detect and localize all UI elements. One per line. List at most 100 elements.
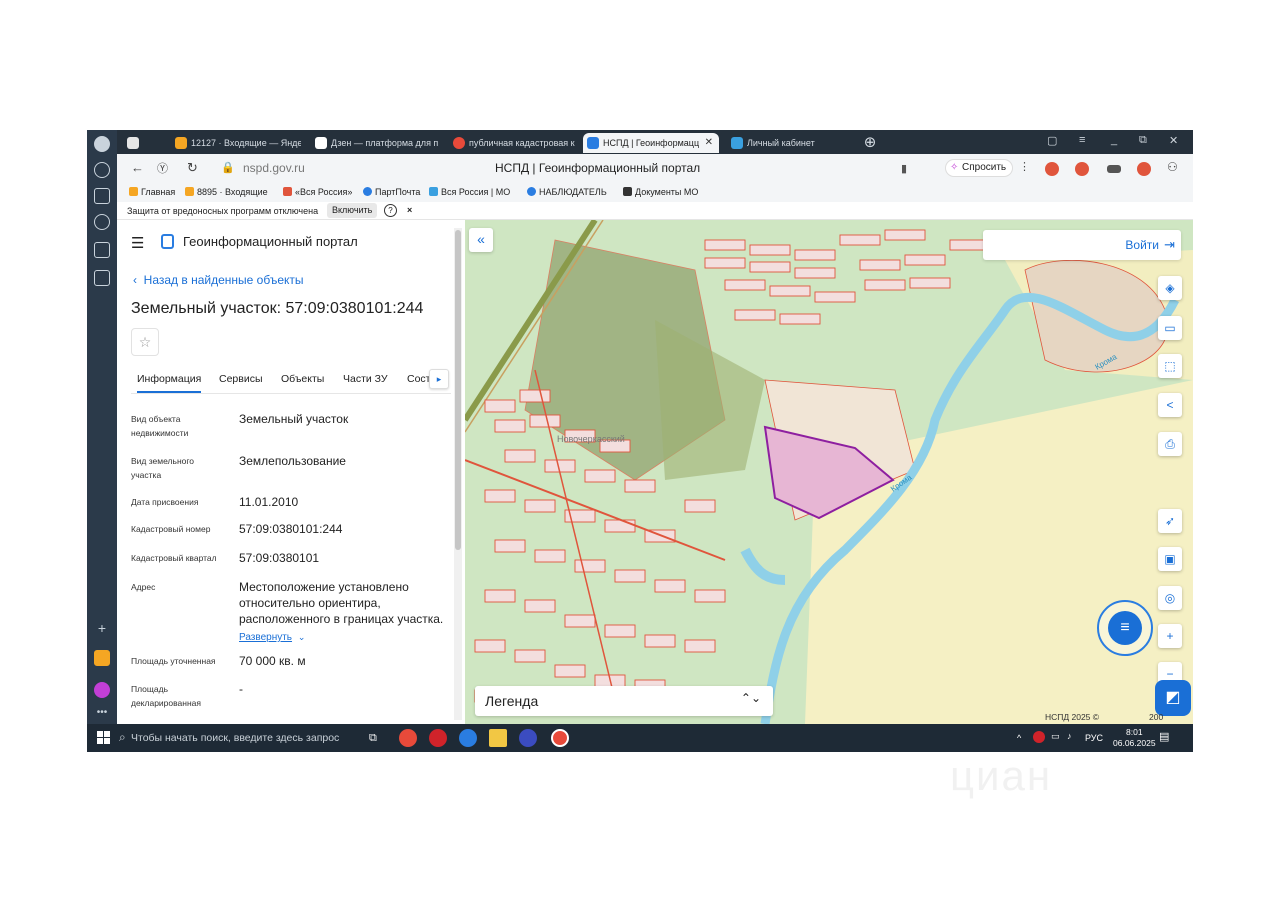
bookmark-item[interactable]: НАБЛЮДАТЕЛЬ [527,187,607,197]
building-parcel [529,414,561,428]
back-icon[interactable]: ← [131,160,144,175]
language-indicator[interactable]: РУС [1085,733,1103,743]
print-icon[interactable]: ⎙ [1158,432,1182,456]
bookmark-item[interactable]: Главная [129,187,175,197]
bookmark-item[interactable]: Документы МО [623,187,698,197]
yandex-logo-icon[interactable]: Ⓨ [157,160,168,176]
scroll-thumb[interactable] [455,230,461,550]
task-view-icon[interactable]: ⧉ [369,729,387,747]
back-link[interactable]: ‹ Назад в найденные объекты [133,273,304,287]
close-tab-icon[interactable]: ✕ [705,133,713,153]
share-icon[interactable]: < [1158,393,1182,417]
adblock-icon[interactable] [1137,162,1151,176]
tab-group-button[interactable] [123,133,149,153]
observer-icon [527,187,536,196]
chat-button[interactable]: ≡ [1097,600,1153,656]
extension-icon[interactable] [1045,162,1059,176]
building-parcel [884,229,926,241]
more-vertical-icon[interactable]: ⋮ [1019,160,1030,173]
tabs-icon[interactable]: ▢ [1047,134,1057,147]
reload-icon[interactable]: ↻ [187,160,198,176]
play-icon[interactable] [94,214,110,230]
explorer-icon[interactable] [489,729,507,747]
tab-nspd[interactable]: НСПД | Геоинформацц ✕ [583,133,719,153]
extension-icon[interactable] [1107,165,1121,173]
volume-icon[interactable]: ♪ [1067,731,1079,743]
clock[interactable]: 8:01 06.06.2025 [1113,727,1156,749]
windows-start-icon[interactable] [97,731,111,745]
building-parcel [904,254,946,266]
legend-dropdown[interactable]: Легенда ⌃⌄ [475,686,773,716]
mail-icon[interactable] [94,650,110,666]
collapse-panel-icon[interactable]: « [469,228,493,252]
yandex-browser-icon[interactable] [399,729,417,747]
cabinet-icon [731,137,743,149]
zoom-in-icon[interactable]: + [1158,624,1182,648]
bookmark-item[interactable]: ПартПочта [363,187,420,197]
add-icon[interactable]: + [94,621,110,638]
bookmark-icon[interactable]: ▮ [901,162,907,175]
minimize-icon[interactable]: _ [1111,134,1117,146]
panel-scrollbar[interactable] [454,228,462,720]
bookmark-item[interactable]: «Вся Россия» [283,187,352,197]
ruler-icon[interactable]: ▭ [1158,316,1182,340]
extensions-icon[interactable]: ⚇ [1167,160,1178,174]
more-icon[interactable]: ••• [94,706,110,722]
flag-icon [283,187,292,196]
notes-icon[interactable] [94,188,110,204]
field-value: Земельный участок [239,412,349,426]
network-icon[interactable]: ▭ [1051,731,1063,743]
bookmark-item[interactable]: Вся Россия | МО [429,187,510,197]
tray-chevron-icon[interactable]: ^ [1017,733,1027,743]
restore-icon[interactable]: ⧉ [1139,134,1147,147]
map-canvas[interactable]: Новочеркасский Крома Крома [465,220,1193,724]
taskbar: ⌕ Чтобы начать поиск, введите здесь запр… [87,724,1193,752]
yandex-app-icon[interactable] [551,729,569,747]
tab-cabinet[interactable]: Личный кабинет [727,133,851,153]
building-parcel [504,449,536,463]
layers-icon[interactable]: ◈ [1158,276,1182,300]
hamburger-icon[interactable]: ☰ [131,234,144,252]
tabs-scroll-right-icon[interactable]: ▸ [429,369,449,389]
extension-icon[interactable] [1075,162,1089,176]
tab-cadastre[interactable]: публичная кадастровая к [449,133,577,153]
map-view[interactable]: Новочеркасский Крома Крома « Войти ⇥ ◈ ▭… [465,220,1193,724]
tab-label: 12127 · Входящие — Янде [191,138,301,148]
geo-point-icon[interactable]: ◎ [1158,586,1182,610]
expand-link[interactable]: Развернуть ⌄ [239,628,454,646]
tab-info[interactable]: Информация [137,373,202,393]
new-tab-button[interactable]: ⊕ [859,133,881,153]
screenshot-icon[interactable] [94,270,110,286]
minimap-icon[interactable]: ▣ [1158,547,1182,571]
taskbar-search[interactable]: Чтобы начать поиск, введите здесь запрос [131,732,339,744]
favorite-star-icon[interactable]: ☆ [131,328,159,356]
alice-icon[interactable] [94,682,110,698]
profile-icon[interactable] [94,136,110,152]
app-icon[interactable] [519,729,537,747]
locate-icon[interactable]: ➶ [1158,509,1182,533]
tab-mail[interactable]: 12127 · Входящие — Янде [171,133,301,153]
five-icon[interactable] [94,242,110,258]
help-icon[interactable]: ? [384,204,397,217]
tab-parts[interactable]: Части ЗУ [343,373,388,385]
ask-label: Спросить [962,162,1007,173]
login-icon: ⇥ [1164,237,1175,252]
opera-icon[interactable] [429,729,447,747]
close-window-icon[interactable]: ✕ [1169,134,1178,147]
url-field[interactable]: 🔒 nspd.gov.ru НСПД | Геоинформационный п… [221,159,927,179]
select-area-icon[interactable]: ⬚ [1158,354,1182,378]
enable-button[interactable]: Включить [327,203,378,218]
edge-icon[interactable] [459,729,477,747]
menu-icon[interactable]: ≡ [1079,134,1085,146]
tab-objects[interactable]: Объекты [281,373,324,385]
tab-services[interactable]: Сервисы [219,373,263,385]
login-button[interactable]: Войти ⇥ [983,230,1181,260]
ask-button[interactable]: ✧ Спросить [945,159,1013,177]
notifications-icon[interactable]: ▤ [1159,730,1173,744]
tray-app-icon[interactable] [1033,731,1045,743]
gosuslugi-icon[interactable]: ◩ [1155,680,1191,716]
history-icon[interactable] [94,162,110,178]
bookmark-item[interactable]: 8895 · Входящие [185,187,268,197]
tab-dzen[interactable]: Дзен — платформа для п [311,133,441,153]
close-icon[interactable]: × [407,205,412,215]
